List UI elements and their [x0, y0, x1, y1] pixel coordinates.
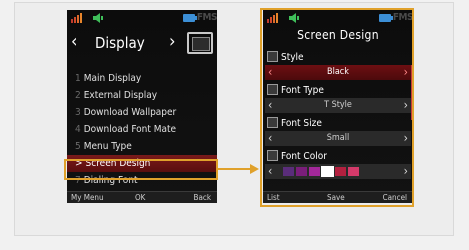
back-softkey[interactable]: Back: [194, 192, 211, 203]
callout-highlight-screen: [260, 8, 414, 207]
menu-item-label: External Display: [83, 90, 158, 101]
callout-arrow-line: [216, 168, 252, 170]
softkey-bar: My Menu OK Back: [67, 191, 217, 203]
status-indicator: FMS: [196, 12, 217, 23]
menu-item-number: 2: [75, 90, 81, 101]
menu-item-download-font-mate[interactable]: 4 Download Font Mate: [67, 121, 217, 138]
menu-item-external-display[interactable]: 2 External Display: [67, 87, 217, 104]
chevron-right-icon[interactable]: ›: [169, 33, 175, 51]
menu-item-download-wallpaper[interactable]: 3 Download Wallpaper: [67, 104, 217, 121]
menu-item-number: 5: [75, 141, 81, 152]
page-header: ‹ Display ›: [67, 28, 217, 58]
speaker-icon: [93, 13, 103, 23]
battery-icon: [183, 14, 197, 22]
menu-item-label: Download Font Mate: [83, 124, 177, 135]
menu-item-number: 1: [75, 73, 81, 84]
status-bar: FMS: [67, 10, 217, 26]
menu-item-number: 3: [75, 107, 81, 118]
my-menu-softkey[interactable]: My Menu: [71, 192, 104, 203]
ok-softkey[interactable]: OK: [135, 192, 145, 203]
callout-highlight-menu: [64, 159, 218, 180]
chevron-left-icon[interactable]: ‹: [71, 33, 77, 51]
display-icon: [187, 32, 213, 54]
menu-item-label: Menu Type: [83, 141, 132, 152]
menu-item-label: Main Display: [83, 73, 142, 84]
arrow-right-icon: [250, 164, 259, 174]
signal-icon: [71, 13, 82, 23]
menu-item-main-display[interactable]: 1 Main Display: [67, 70, 217, 87]
page-title: Display: [95, 34, 145, 52]
menu-item-number: 4: [75, 124, 81, 135]
menu-item-label: Download Wallpaper: [83, 107, 177, 118]
menu-item-menu-type[interactable]: 5 Menu Type: [67, 138, 217, 155]
